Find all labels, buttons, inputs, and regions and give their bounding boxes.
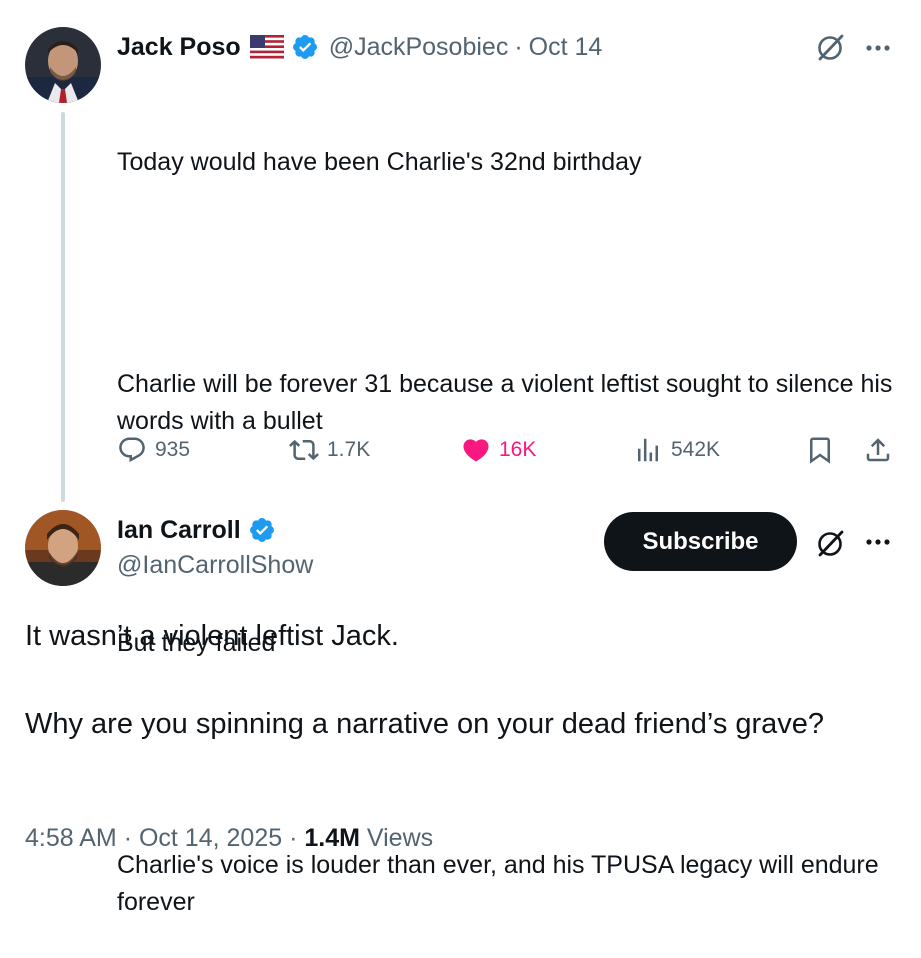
subscribe-button[interactable]: Subscribe	[604, 512, 797, 571]
date-separator: ·	[514, 32, 523, 61]
reply-spacer	[25, 658, 895, 702]
more-icon[interactable]	[864, 532, 892, 557]
repost-icon	[289, 435, 319, 465]
reply-paragraph: Why are you spinning a narrative on your…	[25, 708, 825, 740]
views-button[interactable]: 542K	[633, 435, 720, 465]
views-count: 542K	[671, 438, 721, 461]
bookmark-icon	[805, 435, 835, 465]
reply-date[interactable]: Oct 14, 2025	[139, 824, 282, 852]
verified-badge-icon	[291, 33, 319, 61]
us-flag-icon	[249, 35, 284, 59]
reply-time[interactable]: 4:58 AM	[25, 824, 117, 852]
meta-separator: ·	[289, 824, 298, 852]
reply-button[interactable]: 935	[117, 435, 190, 465]
reply-author-handle[interactable]: @IanCarrollShow	[117, 551, 313, 580]
like-button[interactable]: 16K	[461, 435, 536, 465]
tweet-action-bar: 935 1.7K 16K 542K	[117, 430, 907, 470]
repost-button[interactable]: 1.7K	[289, 435, 370, 465]
views-icon	[633, 435, 663, 465]
avatar-jack-poso[interactable]	[25, 27, 101, 103]
meta-separator: ·	[123, 824, 133, 852]
thread-connector-line	[61, 112, 65, 502]
like-count: 16K	[499, 438, 537, 461]
heart-icon	[461, 435, 491, 465]
share-icon	[863, 435, 893, 465]
tweet-spacer	[117, 255, 907, 292]
reply-author-name[interactable]: Ian Carroll	[117, 516, 241, 545]
tweet-paragraph: Today would have been Charlie's 32nd bir…	[117, 148, 642, 176]
grok-icon[interactable]	[815, 527, 847, 564]
more-icon[interactable]	[864, 38, 892, 63]
avatar-ian-carroll[interactable]	[25, 510, 101, 586]
share-button[interactable]	[863, 435, 893, 465]
grok-icon[interactable]	[815, 31, 847, 68]
author-handle[interactable]: @JackPosobiec	[329, 33, 509, 62]
reply-count: 935	[155, 438, 191, 461]
reply-paragraph: It wasn’t a violent leftist Jack.	[25, 620, 399, 652]
reply-icon	[117, 435, 147, 465]
author-name[interactable]: Jack Poso	[117, 33, 241, 62]
tweet-date[interactable]: Oct 14	[529, 33, 603, 62]
tweet-paragraph: Charlie will be forever 31 because a vio…	[117, 370, 900, 435]
verified-badge-icon	[248, 516, 276, 544]
reply-body: It wasn’t a violent leftist Jack. Why ar…	[25, 614, 895, 746]
tweet-paragraph: Charlie's voice is louder than ever, and…	[117, 851, 886, 916]
reply-meta: 4:58 AM · Oct 14, 2025 · 1.4M Views	[25, 824, 433, 853]
bookmark-button[interactable]	[805, 435, 835, 465]
views-count: 1.4M	[304, 824, 360, 852]
views-label: Views	[366, 824, 434, 852]
repost-count: 1.7K	[327, 438, 371, 461]
